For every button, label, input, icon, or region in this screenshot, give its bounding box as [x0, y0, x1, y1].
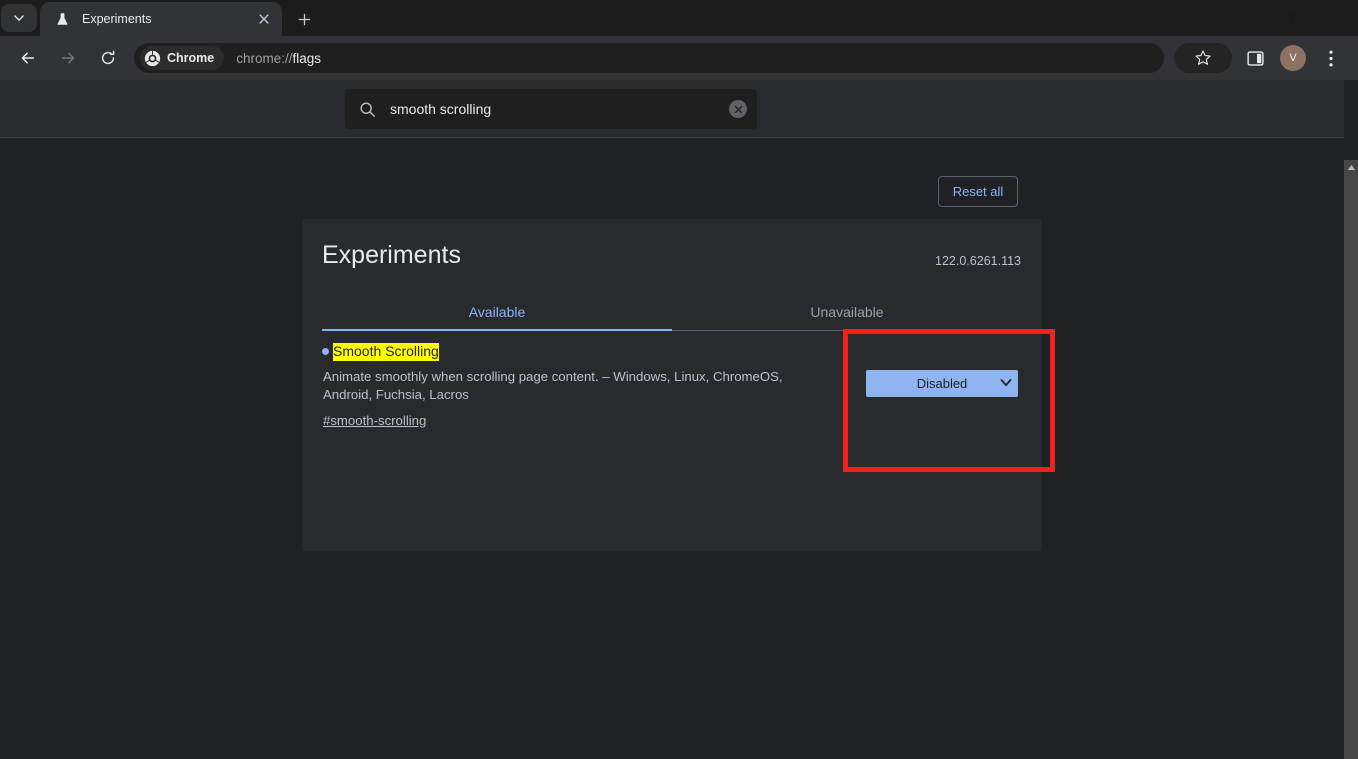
flag-anchor-link[interactable]: #smooth-scrolling — [322, 413, 426, 428]
search-icon — [360, 101, 376, 117]
reload-icon — [101, 50, 115, 65]
restore-icon — [1284, 13, 1294, 23]
new-tab-button[interactable] — [290, 5, 318, 33]
bookmark-star-button[interactable] — [1174, 43, 1232, 73]
reload-button[interactable] — [93, 43, 123, 73]
three-dot-menu-icon — [1329, 50, 1333, 66]
page-title: Experiments — [322, 241, 461, 269]
minimize-button[interactable] — [1220, 0, 1266, 36]
tab-title: Experiments — [82, 12, 152, 26]
chrome-chip-label: Chrome — [167, 51, 215, 65]
flag-name-row: Smooth Scrolling — [322, 343, 1022, 361]
tab-available[interactable]: Available — [322, 294, 672, 331]
browser-tab[interactable]: Experiments — [40, 2, 282, 36]
address-bar[interactable]: Chrome chrome://flags — [134, 43, 1164, 73]
close-icon — [1330, 13, 1340, 23]
flag-name: Smooth Scrolling — [333, 343, 439, 361]
experiments-tabs: Available Unavailable — [322, 294, 1022, 331]
address-bar-url: chrome://flags — [236, 51, 321, 66]
close-button[interactable] — [1312, 0, 1358, 36]
chrome-chip: Chrome — [140, 46, 225, 70]
maximize-button[interactable] — [1266, 0, 1312, 36]
flask-icon — [54, 11, 70, 27]
back-button[interactable] — [13, 43, 43, 73]
star-icon — [1195, 50, 1211, 65]
flags-page: smooth scrolling Reset all Experiments 1… — [0, 80, 1358, 759]
scroll-up-button[interactable] — [1344, 160, 1358, 174]
clear-search-icon[interactable] — [729, 100, 747, 118]
chrome-menu-button[interactable] — [1316, 43, 1346, 73]
minimize-icon — [1238, 17, 1248, 19]
version-label: 122.0.6261.113 — [935, 254, 1021, 268]
search-input-value: smooth scrolling — [390, 101, 492, 117]
avatar: V — [1280, 45, 1306, 71]
url-path: flags — [292, 50, 322, 66]
page-scrollbar[interactable] — [1344, 160, 1358, 759]
side-panel-icon — [1246, 50, 1264, 66]
browser-toolbar: Chrome chrome://flags V — [0, 36, 1358, 80]
flag-modified-dot-icon — [322, 348, 329, 356]
flag-state-select[interactable]: Disabled — [866, 370, 1018, 397]
triangle-up-icon — [1347, 164, 1355, 170]
window-controls — [1220, 0, 1358, 36]
chevron-down-icon — [14, 15, 24, 21]
flag-description: Animate smoothly when scrolling page con… — [323, 368, 783, 403]
chrome-logo-icon — [144, 50, 161, 66]
arrow-left-icon — [21, 52, 35, 64]
plus-icon — [298, 13, 310, 25]
browser-window: Experiments Chrome chrome://flags V smoo… — [0, 0, 1358, 759]
tab-unavailable[interactable]: Unavailable — [672, 294, 1022, 330]
search-input[interactable]: smooth scrolling — [345, 89, 757, 129]
arrow-right-icon — [61, 52, 75, 64]
side-panel-button[interactable] — [1240, 43, 1270, 73]
reset-all-button[interactable]: Reset all — [938, 176, 1018, 207]
tab-strip: Experiments — [0, 0, 1358, 36]
url-scheme: chrome:// — [236, 50, 293, 66]
profile-button[interactable]: V — [1278, 43, 1308, 73]
tab-search-button[interactable] — [1, 4, 37, 32]
tab-close-icon[interactable] — [254, 9, 274, 29]
forward-button[interactable] — [53, 43, 83, 73]
